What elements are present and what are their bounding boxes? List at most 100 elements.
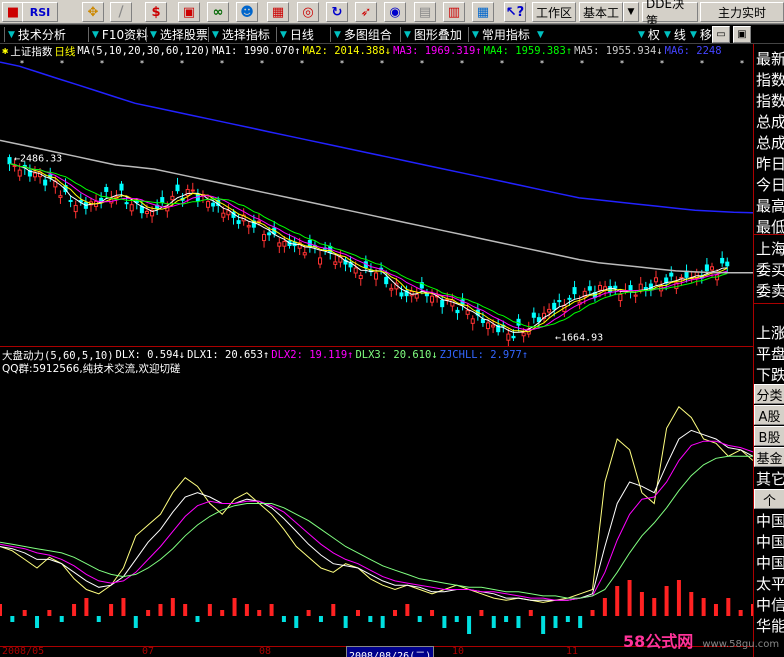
- zjchll-bar: [528, 610, 533, 616]
- cursor-help-icon[interactable]: ↖?: [504, 2, 526, 22]
- candle-body: [221, 212, 226, 218]
- menu-tech[interactable]: ▼ 技术分析: [8, 26, 66, 43]
- menu-select_indicator[interactable]: ▼ 选择指标: [212, 26, 270, 43]
- chevron-down-icon: ▼: [472, 29, 479, 40]
- basic-button[interactable]: 基本工: [579, 2, 623, 22]
- rocket-icon[interactable]: ➶: [355, 2, 377, 22]
- globe-icon[interactable]: ◉: [384, 2, 406, 22]
- quote-row-label: 中信: [756, 596, 784, 614]
- x-tick-label: 11: [566, 646, 579, 657]
- rsi-icon[interactable]: RSI: [22, 2, 58, 22]
- candle-body: [58, 195, 63, 198]
- notes-icon[interactable]: ▤: [414, 2, 436, 22]
- candle-body: [597, 284, 603, 291]
- menu-xian[interactable]: ▼ 线: [664, 26, 686, 43]
- ma1-line: [9, 163, 728, 333]
- zjchll-bar: [306, 610, 311, 616]
- indicator-chart[interactable]: [0, 376, 753, 646]
- menu-common[interactable]: ▼ 常用指标: [472, 26, 530, 43]
- menu-select_stock[interactable]: ▼ 选择股票: [150, 26, 208, 43]
- quote-tab[interactable]: B股: [754, 426, 784, 446]
- menu-label: 图形叠加: [413, 28, 462, 42]
- menu-label: 技术分析: [17, 28, 66, 42]
- menu-label: 选择指标: [221, 28, 270, 42]
- menu-yi[interactable]: ▼ 移: [690, 26, 712, 43]
- grid-marker: *: [740, 59, 744, 68]
- ruler-icon[interactable]: ⧸: [110, 2, 132, 22]
- grid-icon[interactable]: ▦: [472, 2, 494, 22]
- quote-row-label: 上涨: [756, 324, 784, 342]
- grid-marker: *: [300, 59, 304, 68]
- monitor-icon[interactable]: ▣: [178, 2, 200, 22]
- menu-overlay[interactable]: ▼ 图形叠加: [404, 26, 462, 43]
- grid-marker: *: [380, 59, 384, 68]
- chart-icon[interactable]: ▦: [267, 2, 289, 22]
- ma-params: MA(5,10,20,30,60,120): [77, 45, 211, 57]
- menu-separator: [208, 27, 209, 42]
- menu-daily[interactable]: ▼ 日线: [280, 26, 314, 43]
- ma4-line: [9, 163, 728, 328]
- nav-cross-icon[interactable]: ✥: [82, 2, 104, 22]
- quote-tab[interactable]: 分类: [754, 384, 784, 404]
- menu-separator: [468, 27, 469, 42]
- binoculars-icon[interactable]: ∞: [207, 2, 229, 22]
- candle-body: [547, 308, 552, 313]
- workspace-button[interactable]: 工作区: [532, 2, 576, 22]
- chevron-down-icon: ▼: [334, 29, 341, 40]
- window-close-icon[interactable]: ▣: [733, 26, 751, 43]
- candle-body: [124, 202, 129, 205]
- chevron-down-icon: ▼: [664, 29, 671, 40]
- menu-quan[interactable]: ▼ 权: [638, 26, 660, 43]
- settings-icon[interactable]: ✱: [2, 45, 8, 57]
- zjchll-bar: [652, 598, 657, 616]
- people-icon[interactable]: ☻: [236, 2, 258, 22]
- grid-marker: *: [60, 59, 64, 68]
- candle-body: [318, 257, 323, 265]
- window-restore-icon[interactable]: ▭: [712, 26, 730, 43]
- candle-body: [557, 300, 562, 303]
- dropdown-arrow-icon[interactable]: ▼: [623, 2, 639, 22]
- zjchll-bar: [158, 604, 163, 616]
- menu-label: 多图组合: [343, 28, 392, 42]
- watermark-url: www.58gu.com: [702, 639, 780, 650]
- qq-note: QQ群:5912566,纯技术交流,欢迎切磋: [2, 362, 181, 375]
- zjchll-bar: [442, 616, 447, 628]
- refresh-icon[interactable]: ↻: [326, 2, 348, 22]
- zjchll-bar: [491, 616, 496, 628]
- chevron-down-icon: ▼: [8, 29, 15, 40]
- dollar-icon[interactable]: $: [145, 2, 167, 22]
- quote-tab[interactable]: 个: [754, 489, 784, 509]
- quote-row-label: 指数: [756, 92, 784, 110]
- menu-label: F10资料: [101, 28, 149, 42]
- candle-body: [470, 318, 475, 324]
- grid-marker: *: [540, 59, 544, 68]
- candle-body: [73, 204, 78, 213]
- chevron-down-icon: ▼: [92, 29, 99, 40]
- candle-body: [720, 257, 725, 264]
- dde-decision-button[interactable]: DDE决策: [642, 0, 698, 28]
- menu-multi[interactable]: ▼ 多图组合: [334, 26, 392, 43]
- candle-body: [424, 292, 429, 297]
- table-icon[interactable]: ▥: [443, 2, 465, 22]
- target-icon[interactable]: ◎: [297, 2, 319, 22]
- quote-tab[interactable]: A股: [754, 405, 784, 425]
- quote-row-label: 平盘: [756, 345, 784, 363]
- main-force-button[interactable]: 主力实时: [700, 2, 784, 22]
- menu-f10[interactable]: ▼ F10资料: [92, 26, 148, 43]
- zjchll-bar: [146, 610, 151, 616]
- menu-end-arrow-icon[interactable]: ▼: [537, 26, 544, 43]
- zjchll-bar: [121, 598, 126, 616]
- x-tick-label: 2008/05: [2, 646, 45, 657]
- candle-body: [552, 302, 557, 310]
- logo-icon[interactable]: ■: [2, 2, 24, 22]
- price-chart[interactable]: * * * * * * * * * * * * * * * * * * *←2486.33←1664.93: [0, 58, 753, 346]
- candle-body: [17, 169, 22, 177]
- low-annotation: ←1664.93: [555, 333, 603, 344]
- zjchll-bar: [553, 616, 558, 628]
- candle-body: [246, 225, 251, 228]
- x-tick-label: 07: [142, 646, 155, 657]
- candle-body: [374, 272, 379, 280]
- quote-panel: 最新 指数 指数 总成 总成 昨日 今日 最高 最低 上海 委买 委卖 上涨 平盘 下跌 其它 中国 中国 中国 太平…: [753, 44, 784, 657]
- zjchll-bar: [195, 616, 200, 622]
- quote-tab[interactable]: 基金: [754, 447, 784, 467]
